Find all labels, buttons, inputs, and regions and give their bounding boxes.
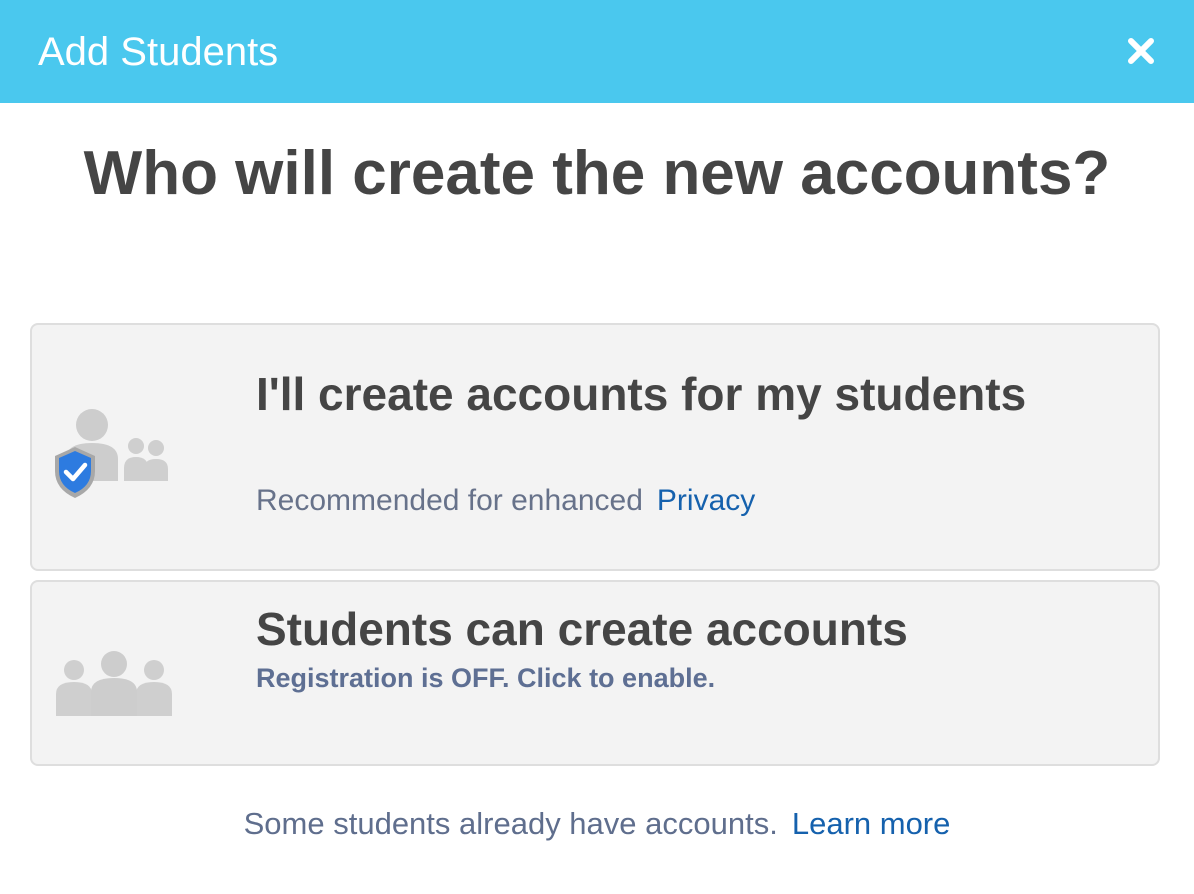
option-subtitle: Recommended for enhanced Privacy xyxy=(256,481,755,521)
privacy-link[interactable]: Privacy xyxy=(657,484,755,517)
students-create-accounts-option[interactable]: Students can create accounts Registratio… xyxy=(30,580,1160,766)
footer-text: Some students already have accounts. xyxy=(243,806,778,841)
students-group-icon xyxy=(56,651,172,716)
learn-more-link[interactable]: Learn more xyxy=(792,806,951,841)
option-subtitle-text: Recommended for enhanced xyxy=(256,484,643,517)
footer-note: Some students already have accounts. Lear… xyxy=(0,804,1194,844)
create-accounts-for-students-option[interactable]: I'll create accounts for my students Rec… xyxy=(30,323,1160,571)
close-button[interactable] xyxy=(1116,26,1166,76)
registration-status-text: Registration is OFF. Click to enable. xyxy=(256,663,716,693)
option-title: Students can create accounts xyxy=(256,603,908,655)
dialog-header: Add Students xyxy=(0,0,1194,103)
protected-students-icon xyxy=(55,409,168,498)
close-icon xyxy=(1128,38,1154,64)
dialog-title: Add Students xyxy=(38,30,279,74)
page-title: Who will create the new accounts? xyxy=(83,139,1111,208)
option-title: I'll create accounts for my students xyxy=(256,368,1027,420)
